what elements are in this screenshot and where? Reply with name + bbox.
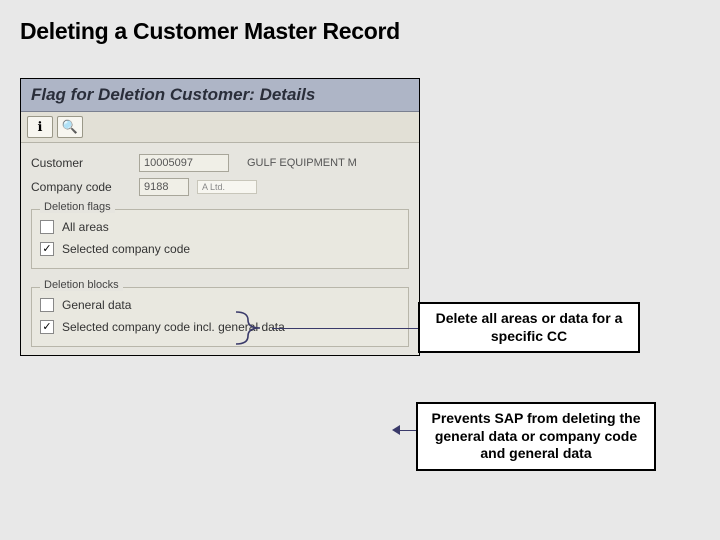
company-lookup[interactable]: A Ltd. xyxy=(197,180,257,194)
customer-input[interactable]: 10005097 xyxy=(139,154,229,172)
selected-cc-checkbox[interactable]: ✓ xyxy=(40,242,54,256)
arrow-left-icon xyxy=(392,425,400,435)
company-code-input[interactable]: 9188 xyxy=(139,178,189,196)
selected-cc-text: Selected company code xyxy=(62,242,400,256)
bracket-icon xyxy=(232,308,272,348)
customer-row: Customer 10005097 GULF EQUIPMENT M xyxy=(31,151,409,175)
selected-cc-row: ✓ Selected company code xyxy=(40,238,400,260)
general-data-row: General data xyxy=(40,294,400,316)
sap-toolbar: ℹ 🔍 xyxy=(21,112,419,143)
all-areas-row: All areas xyxy=(40,216,400,238)
deletion-flags-label: Deletion flags xyxy=(40,201,115,213)
all-areas-checkbox[interactable] xyxy=(40,220,54,234)
deletion-flags-group: Deletion flags All areas ✓ Selected comp… xyxy=(31,209,409,269)
search-icon: 🔍 xyxy=(62,119,78,135)
company-row: Company code 9188 A Ltd. xyxy=(31,175,409,199)
slide-title: Deleting a Customer Master Record xyxy=(20,18,400,45)
customer-description: GULF EQUIPMENT M xyxy=(237,157,409,169)
callout-prevents-sap: Prevents SAP from deleting the general d… xyxy=(416,402,656,471)
deletion-blocks-group: Deletion blocks General data ✓ Selected … xyxy=(31,287,409,347)
general-data-text: General data xyxy=(62,298,400,312)
company-label: Company code xyxy=(31,180,131,194)
general-data-checkbox[interactable] xyxy=(40,298,54,312)
search-button[interactable]: 🔍 xyxy=(57,116,83,138)
sap-body: Customer 10005097 GULF EQUIPMENT M Compa… xyxy=(21,143,419,355)
sap-window: Flag for Deletion Customer: Details ℹ 🔍 … xyxy=(20,78,420,356)
selected-incl-text: Selected company code incl. general data xyxy=(62,320,400,334)
all-areas-text: All areas xyxy=(62,220,400,234)
deletion-blocks-label: Deletion blocks xyxy=(40,279,123,291)
callout-delete-areas: Delete all areas or data for a specific … xyxy=(418,302,640,353)
info-icon: ℹ xyxy=(38,119,43,135)
sap-window-title: Flag for Deletion Customer: Details xyxy=(21,79,419,112)
selected-incl-row: ✓ Selected company code incl. general da… xyxy=(40,316,400,338)
connector-line-1 xyxy=(272,328,420,329)
info-button[interactable]: ℹ xyxy=(27,116,53,138)
customer-label: Customer xyxy=(31,156,131,170)
selected-incl-checkbox[interactable]: ✓ xyxy=(40,320,54,334)
